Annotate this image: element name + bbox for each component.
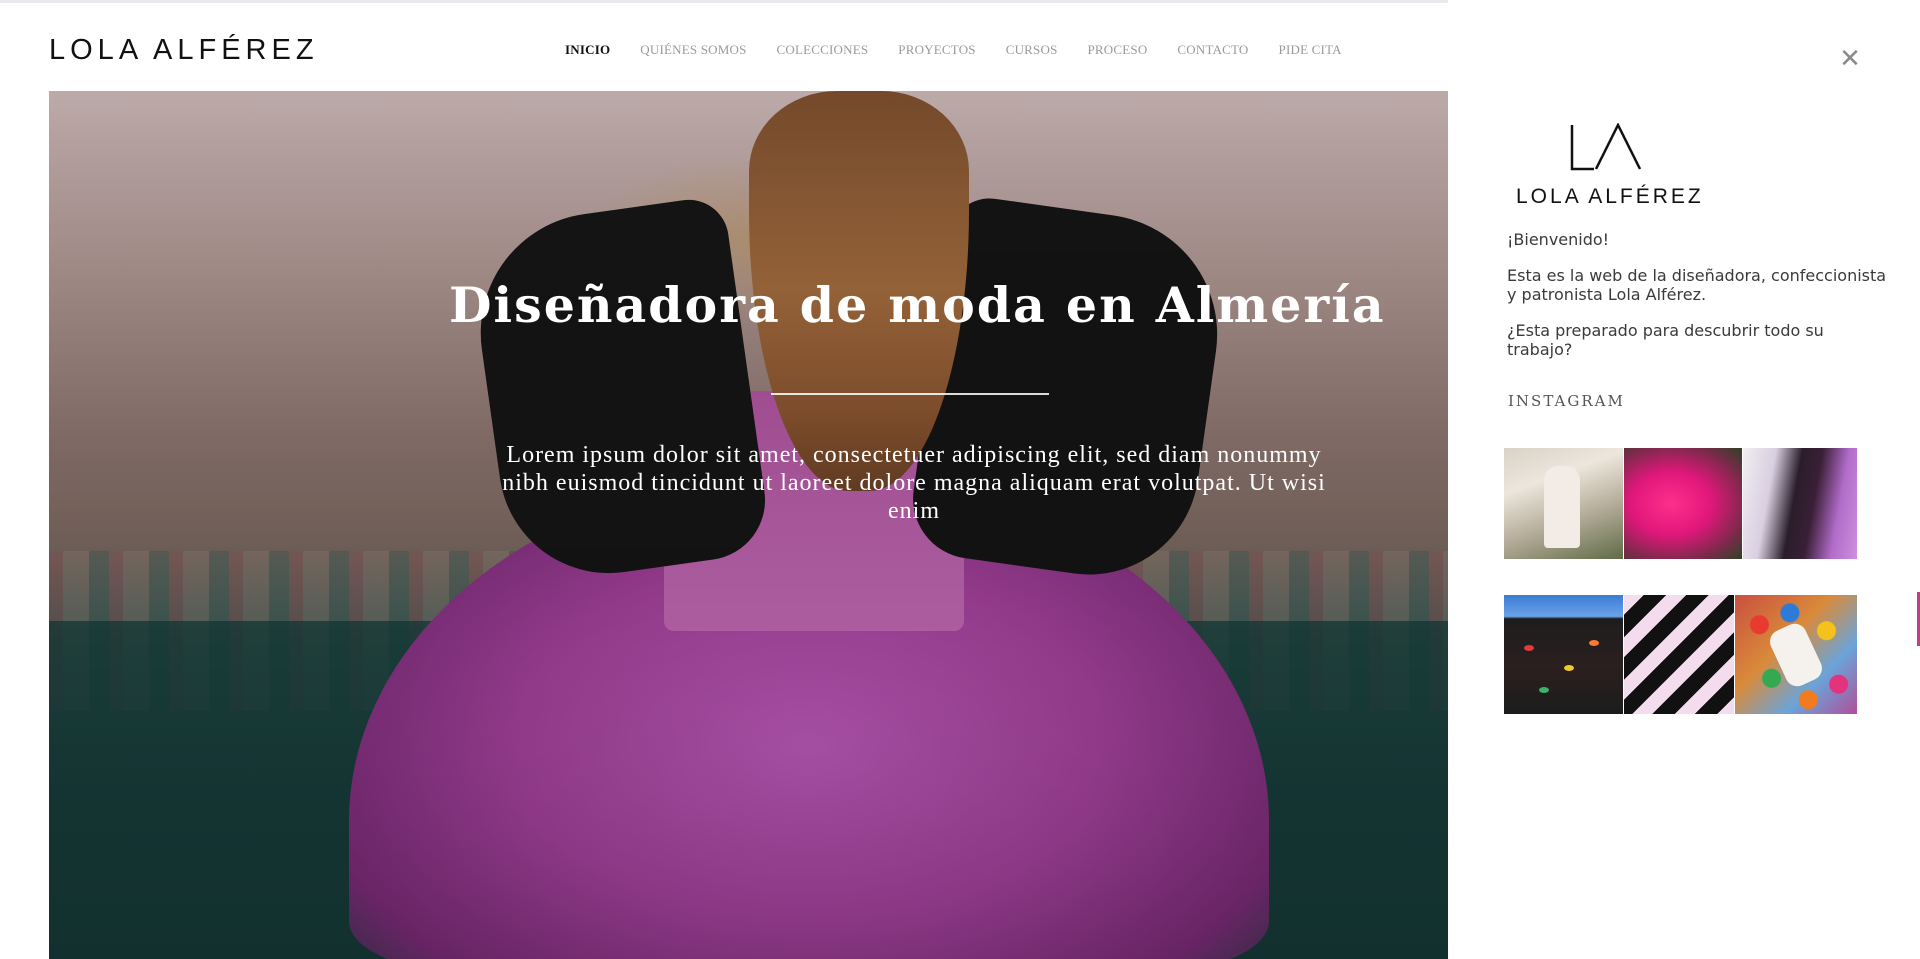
panel-logo-text: LOLA ALFÉREZ bbox=[1516, 185, 1704, 208]
hero-subtitle: Lorem ipsum dolor sit amet, consectetuer… bbox=[502, 442, 1326, 524]
hero-image bbox=[49, 91, 1448, 959]
paint-splash bbox=[1564, 665, 1574, 671]
nav-item-quienes-somos[interactable]: QUIÉNES SOMOS bbox=[640, 42, 746, 58]
top-border bbox=[0, 0, 1448, 3]
instagram-thumb-4[interactable] bbox=[1504, 595, 1623, 714]
instagram-thumb-3[interactable] bbox=[1743, 448, 1857, 559]
nav-item-proceso[interactable]: PROCESO bbox=[1088, 42, 1148, 58]
main-nav: INICIO QUIÉNES SOMOS COLECCIONES PROYECT… bbox=[565, 42, 1372, 58]
nav-item-cursos[interactable]: CURSOS bbox=[1006, 42, 1058, 58]
intro-text: Esta es la web de la diseñadora, confecc… bbox=[1507, 266, 1887, 304]
mannequin-figure bbox=[1544, 466, 1580, 548]
question-text: ¿Esta preparado para descubrir todo su t… bbox=[1507, 321, 1824, 359]
nav-item-colecciones[interactable]: COLECCIONES bbox=[777, 42, 869, 58]
dress-figure bbox=[1766, 619, 1826, 691]
paint-splash bbox=[1539, 687, 1549, 693]
close-icon[interactable]: ✕ bbox=[1837, 46, 1863, 72]
instagram-thumb-6[interactable] bbox=[1735, 595, 1857, 714]
instagram-heading: INSTAGRAM bbox=[1508, 392, 1625, 410]
welcome-text: ¡Bienvenido! bbox=[1507, 230, 1610, 249]
instagram-thumb-5[interactable] bbox=[1624, 595, 1734, 714]
nav-item-proyectos[interactable]: PROYECTOS bbox=[898, 42, 975, 58]
nav-item-pide-cita[interactable]: PIDE CITA bbox=[1279, 42, 1342, 58]
logo-mark-icon bbox=[1570, 123, 1642, 171]
paint-splash bbox=[1589, 640, 1599, 646]
hero-divider bbox=[771, 393, 1049, 395]
hero-overlay bbox=[49, 91, 1448, 959]
hero-title: Diseñadora de moda en Almería bbox=[449, 276, 1386, 334]
brand-logo[interactable]: LOLA ALFÉREZ bbox=[49, 34, 319, 67]
nav-item-inicio[interactable]: INICIO bbox=[565, 42, 610, 58]
instagram-thumb-2[interactable] bbox=[1624, 448, 1742, 559]
instagram-thumb-1[interactable] bbox=[1504, 448, 1623, 559]
nav-item-contacto[interactable]: CONTACTO bbox=[1177, 42, 1248, 58]
paint-splash bbox=[1524, 645, 1534, 651]
